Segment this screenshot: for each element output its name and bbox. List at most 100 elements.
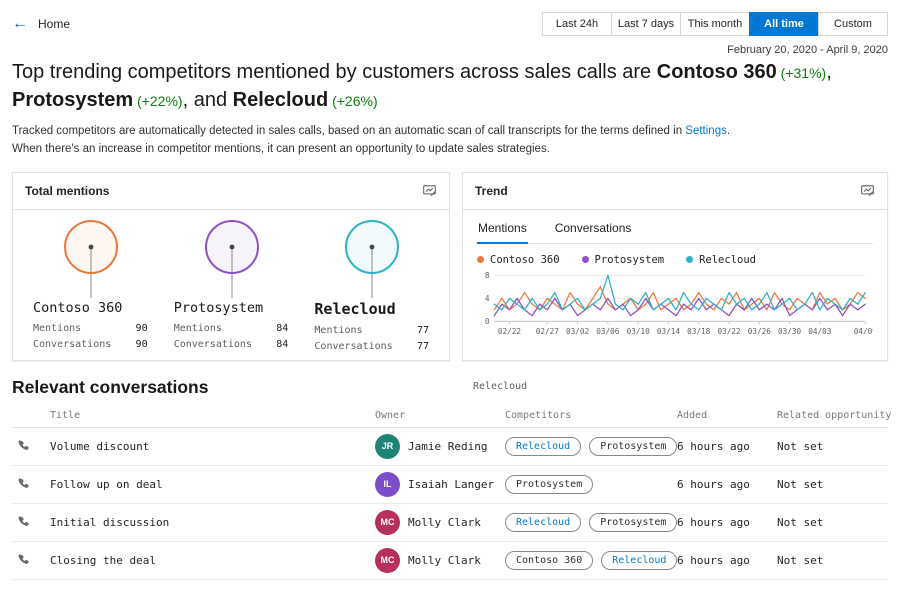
svg-text:8: 8 [485,271,490,280]
related-opportunity: Not set [777,440,888,453]
svg-text:03/18: 03/18 [687,327,710,336]
trend-chart: 04802/2202/2703/0203/0603/1003/1403/1803… [477,268,873,346]
column-header-competitors[interactable]: Competitors [505,410,677,421]
owner-name: Molly Clark [408,516,481,529]
competitor-chip-protosystem[interactable]: Protosystem [505,475,593,494]
competitor-chip-protosystem[interactable]: Protosystem [589,437,677,456]
trend-body: Mentions Conversations Contoso 360 Protos… [463,210,887,353]
section-title: Relevant conversations [12,377,888,398]
svg-text:02/22: 02/22 [498,327,521,336]
back-arrow-icon[interactable]: ← [12,16,28,32]
competitor-summary-relecloud: RelecloudMentions77Conversations77 [302,218,441,352]
competitor-chip-protosystem[interactable]: Protosystem [589,513,677,532]
competitor-chips: Relecloud Protosystem [505,513,677,532]
owner-name: Isaiah Langer [408,478,494,491]
svg-text:02/27: 02/27 [536,327,559,336]
headline-competitor-protosystem: Protosystem [12,89,133,111]
description-text: . [727,125,730,137]
conversations-stat: Conversations77 [314,341,429,352]
competitor-chip-relecloud[interactable]: Relecloud [601,551,677,570]
column-header-added[interactable]: Added [677,410,777,421]
related-opportunity: Not set [777,554,888,567]
conversations-section-header: Relevant conversations Relecloud [0,361,900,402]
svg-text:03/02: 03/02 [566,327,589,336]
owner-cell: MC Molly Clark [375,510,505,535]
phone-call-icon [16,439,30,453]
tab-conversations[interactable]: Conversations [554,219,633,244]
related-opportunity: Not set [777,478,888,491]
conversation-title: Volume discount [50,440,375,453]
mentions-stat: Mentions77 [314,325,429,336]
time-filter-all-time[interactable]: All time [749,12,819,36]
headline-segment: , and [183,89,233,111]
conversation-title: Follow up on deal [50,478,375,491]
competitor-chip-relecloud[interactable]: Relecloud [505,513,581,532]
column-header-title[interactable]: Title [50,410,375,421]
time-filter-group: Last 24hLast 7 daysThis monthAll timeCus… [543,12,888,36]
tab-mentions[interactable]: Mentions [477,219,528,244]
balloon-chart-icon [174,218,290,300]
legend-dot-icon [686,256,693,263]
balloon-chart-icon [33,218,149,300]
svg-text:04/03: 04/03 [808,327,831,336]
svg-text:03/26: 03/26 [748,327,771,336]
time-filter-custom[interactable]: Custom [818,12,888,36]
svg-text:03/30: 03/30 [778,327,801,336]
mentions-stat: Mentions90 [33,323,148,334]
back-home-link[interactable]: ← Home [12,16,70,32]
time-filter-last-7-days[interactable]: Last 7 days [611,12,681,36]
card-title: Total mentions [25,184,109,198]
total-mentions-body: Contoso 360 Mentions90 Conversations90 Prot… [13,210,449,360]
conversation-title: Closing the deal [50,554,375,567]
headline-competitor-relecloud: Relecloud [233,89,329,111]
svg-text:4: 4 [485,294,490,303]
added-time: 6 hours ago [677,554,777,567]
conversation-row[interactable]: Volume discountJRJamie RedingRelecloudPr… [12,428,888,466]
legend-relecloud[interactable]: Relecloud [686,254,756,266]
added-time: 6 hours ago [677,478,777,491]
svg-text:03/10: 03/10 [627,327,650,336]
conversation-row[interactable]: Closing the dealMCMolly ClarkContoso 360… [12,542,888,580]
competitor-chips: Contoso 360 Relecloud [505,551,677,570]
description-text: Tracked competitors are automatically de… [12,125,685,137]
settings-link[interactable]: Settings [685,125,727,137]
summary-cards: Total mentions Contoso 360 Mentions90 Conv… [0,159,900,361]
headline-segment: Top trending competitors mentioned by cu… [12,61,657,83]
description-text-line2: When there's an increase in competitor m… [12,143,550,155]
chart-options-icon[interactable] [422,183,437,198]
owner-cell: MCMolly Clark [375,548,505,573]
table-header-row: TitleOwnerCompetitorsAddedRelated opport… [12,404,888,428]
svg-text:03/14: 03/14 [657,327,680,336]
competitor-hover-label: Relecloud [473,381,527,392]
competitor-summary-protosystem: ProtosystemMentions84Conversations84 [162,218,301,352]
total-mentions-card: Total mentions Contoso 360 Mentions90 Conv… [12,172,450,361]
competitor-chips: Protosystem [505,475,677,494]
conversations-table: TitleOwnerCompetitorsAddedRelated opport… [0,402,900,580]
conversations-stat: Conversations90 [33,339,148,350]
avatar: MC [375,510,400,535]
conversation-row[interactable]: Follow up on dealILIsaiah LangerProtosys… [12,466,888,504]
owner-name: Molly Clark [408,554,481,567]
total-mentions-card-header: Total mentions [13,173,449,210]
trend-legend: Contoso 360 Protosystem Relecloud [477,254,873,266]
added-time: 6 hours ago [677,440,777,453]
balloon-chart-icon [314,218,430,300]
svg-text:03/22: 03/22 [717,327,740,336]
column-header-owner[interactable]: Owner [375,410,505,421]
competitor-name: Contoso 360 [33,300,148,316]
time-filter-this-month[interactable]: This month [680,12,750,36]
mentions-stat: Mentions84 [174,323,289,334]
competitor-chips: Relecloud Protosystem [505,437,677,456]
column-header-related-opportunity[interactable]: Related opportunity [777,410,891,421]
legend-contoso-360[interactable]: Contoso 360 [477,254,560,266]
time-filter-last-24h[interactable]: Last 24h [542,12,612,36]
competitor-chip-relecloud[interactable]: Relecloud [505,437,581,456]
description: Tracked competitors are automatically de… [0,114,900,159]
card-title: Trend [475,184,508,198]
legend-protosystem[interactable]: Protosystem [582,254,665,266]
owner-cell: ILIsaiah Langer [375,472,505,497]
chart-options-icon[interactable] [860,183,875,198]
svg-text:0: 0 [485,317,490,326]
conversation-row[interactable]: Initial discussionMCMolly ClarkRelecloud… [12,504,888,542]
competitor-chip-contoso-360[interactable]: Contoso 360 [505,551,593,570]
